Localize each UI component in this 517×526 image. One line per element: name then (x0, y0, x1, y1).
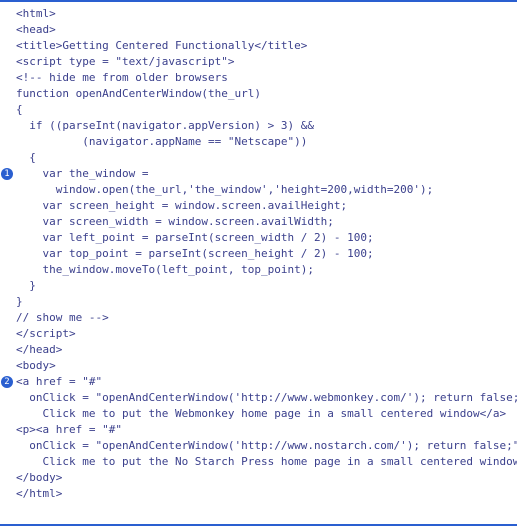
code-text: <body> (14, 358, 517, 374)
code-line: { (0, 150, 517, 166)
code-text: </body> (14, 470, 517, 486)
code-text: </html> (14, 486, 517, 502)
code-line: <p><a href = "#" (0, 422, 517, 438)
code-text-a: </scr (16, 327, 49, 340)
code-text: <script type = "text/javascript"> (14, 54, 517, 70)
code-line: window.open(the_url,'the_window','height… (0, 182, 517, 198)
code-line: Click me to put the Webmonkey home page … (0, 406, 517, 422)
code-line: var screen_height = window.screen.availH… (0, 198, 517, 214)
code-line: <script type = "text/javascript"> (0, 54, 517, 70)
annotation-marker-2: 2 (1, 376, 13, 388)
annotation-gutter: 2 (0, 376, 14, 388)
code-line: </head> (0, 342, 517, 358)
code-line: <body> (0, 358, 517, 374)
code-line: if ((parseInt(navigator.appVersion) > 3)… (0, 118, 517, 134)
code-text: onClick = "openAndCenterWindow('http://w… (14, 438, 517, 454)
code-line: function openAndCenterWindow(the_url) (0, 86, 517, 102)
code-text: </head> (14, 342, 517, 358)
code-text: <html> (14, 6, 517, 22)
code-text: { (14, 102, 517, 118)
code-line: var screen_width = window.screen.availWi… (0, 214, 517, 230)
code-text: var the_window = (14, 166, 517, 182)
code-line: 2<a href = "#" (0, 374, 517, 390)
code-text: onClick = "openAndCenterWindow('http://w… (14, 390, 517, 406)
code-text: var screen_width = window.screen.availWi… (14, 214, 517, 230)
code-line: { (0, 102, 517, 118)
code-text: Click me to put the Webmonkey home page … (14, 406, 517, 422)
code-text: <p><a href = "#" (14, 422, 517, 438)
code-line: Click me to put the No Starch Press home… (0, 454, 517, 470)
code-text: if ((parseInt(navigator.appVersion) > 3)… (14, 118, 517, 134)
code-line: </html> (0, 486, 517, 502)
code-line: <html> (0, 6, 517, 22)
code-line: </script> (0, 326, 517, 342)
code-text-b: ipt> (49, 327, 76, 340)
code-line: // show me --> (0, 310, 517, 326)
code-line: } (0, 278, 517, 294)
code-text: Click me to put the No Starch Press home… (14, 454, 517, 470)
code-text: { (14, 150, 517, 166)
code-line: </body> (0, 470, 517, 486)
code-text: <a href = "#" (14, 374, 517, 390)
code-line: 1 var the_window = (0, 166, 517, 182)
code-text: the_window.moveTo(left_point, top_point)… (14, 262, 517, 278)
code-line: var left_point = parseInt(screen_width /… (0, 230, 517, 246)
code-text: } (14, 294, 517, 310)
code-line: onClick = "openAndCenterWindow('http://w… (0, 438, 517, 454)
code-line: <head> (0, 22, 517, 38)
annotation-marker-1: 1 (1, 168, 13, 180)
code-line: var top_point = parseInt(screen_height /… (0, 246, 517, 262)
code-line: onClick = "openAndCenterWindow('http://w… (0, 390, 517, 406)
code-line: <!-- hide me from older browsers (0, 70, 517, 86)
code-text: <head> (14, 22, 517, 38)
code-text: function openAndCenterWindow(the_url) (14, 86, 517, 102)
code-listing: <html> <head> <title>Getting Centered Fu… (0, 0, 517, 526)
code-line: (navigator.appName == "Netscape")) (0, 134, 517, 150)
code-text: var screen_height = window.screen.availH… (14, 198, 517, 214)
annotation-gutter: 1 (0, 168, 14, 180)
code-line: } (0, 294, 517, 310)
code-text: var top_point = parseInt(screen_height /… (14, 246, 517, 262)
code-line: <title>Getting Centered Functionally</ti… (0, 38, 517, 54)
code-text: window.open(the_url,'the_window','height… (14, 182, 517, 198)
code-text: <!-- hide me from older browsers (14, 70, 517, 86)
code-text: </script> (14, 326, 517, 342)
code-line: the_window.moveTo(left_point, top_point)… (0, 262, 517, 278)
code-text: var left_point = parseInt(screen_width /… (14, 230, 517, 246)
code-text: <title>Getting Centered Functionally</ti… (14, 38, 517, 54)
code-text: // show me --> (14, 310, 517, 326)
code-text: } (14, 278, 517, 294)
code-text: (navigator.appName == "Netscape")) (14, 134, 517, 150)
